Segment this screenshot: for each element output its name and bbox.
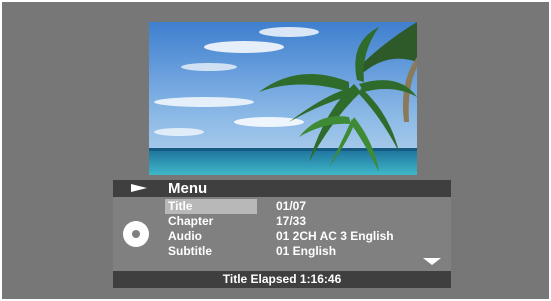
menu-title: Menu	[168, 180, 208, 197]
menu-item-label[interactable]: Subtitle	[165, 244, 257, 259]
status-bar: Title Elapsed 1:16:46	[113, 271, 451, 288]
menu-item-label[interactable]: Chapter	[165, 214, 257, 229]
down-arrow-icon[interactable]	[423, 258, 441, 265]
menu-item-label[interactable]: Audio	[165, 229, 257, 244]
menu-item-value: 17/33	[276, 214, 307, 228]
menu-item-value: 01/07	[276, 199, 307, 213]
menu-item-chapter[interactable]: Chapter 17/33	[113, 214, 451, 229]
menu-item-value: 01 English	[276, 244, 337, 258]
menu-panel: Title 01/07 Chapter 17/33 Audio 01 2CH A…	[113, 197, 451, 271]
menu-item-subtitle[interactable]: Subtitle 01 English	[113, 244, 451, 259]
play-icon	[131, 184, 147, 192]
menu-item-title[interactable]: Title 01/07	[113, 199, 451, 214]
elapsed-time-text: Title Elapsed 1:16:46	[222, 272, 342, 286]
menu-header-bar: Menu	[113, 180, 451, 197]
menu-item-value: 01 2CH AC 3 English	[276, 229, 394, 243]
screen-frame: Menu Title 01/07 Chapter 17/33 Audio 01 …	[0, 0, 551, 301]
menu-item-label[interactable]: Title	[165, 199, 257, 214]
menu-item-audio[interactable]: Audio 01 2CH AC 3 English	[113, 229, 451, 244]
preview-image	[149, 22, 417, 175]
beach-palm-picture	[149, 22, 417, 175]
